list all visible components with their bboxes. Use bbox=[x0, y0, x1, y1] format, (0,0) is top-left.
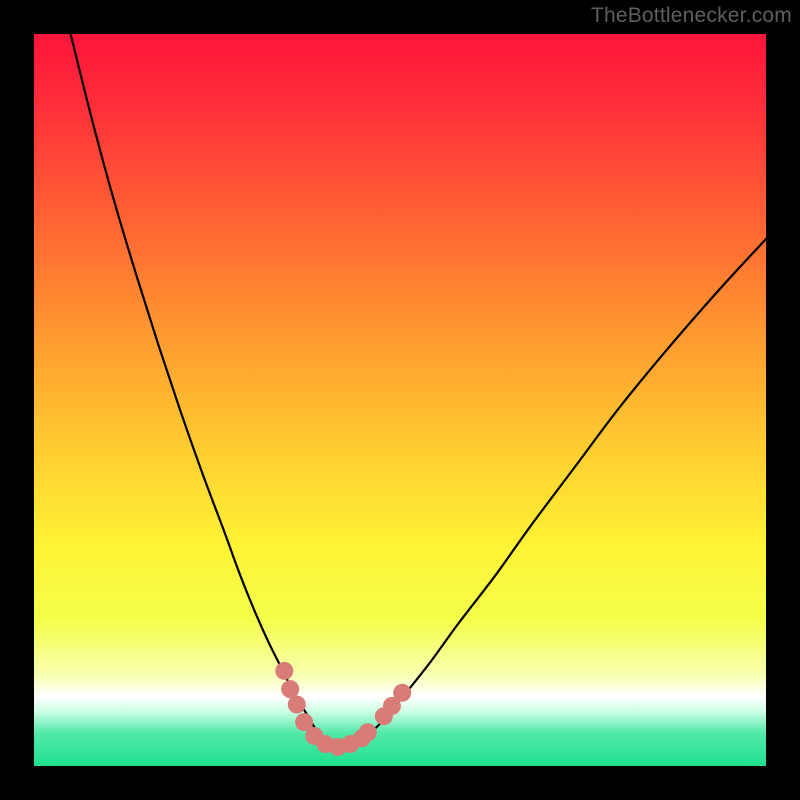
bottleneck-chart bbox=[34, 34, 766, 766]
gradient-background bbox=[34, 34, 766, 766]
highlight-dot bbox=[359, 723, 377, 741]
highlight-dot bbox=[275, 662, 293, 680]
watermark-text: TheBottlenecker.com bbox=[591, 4, 792, 28]
highlight-dot bbox=[393, 684, 411, 702]
chart-frame: TheBottlenecker.com bbox=[0, 0, 800, 800]
highlight-dot bbox=[281, 680, 299, 698]
highlight-dot bbox=[288, 696, 306, 714]
